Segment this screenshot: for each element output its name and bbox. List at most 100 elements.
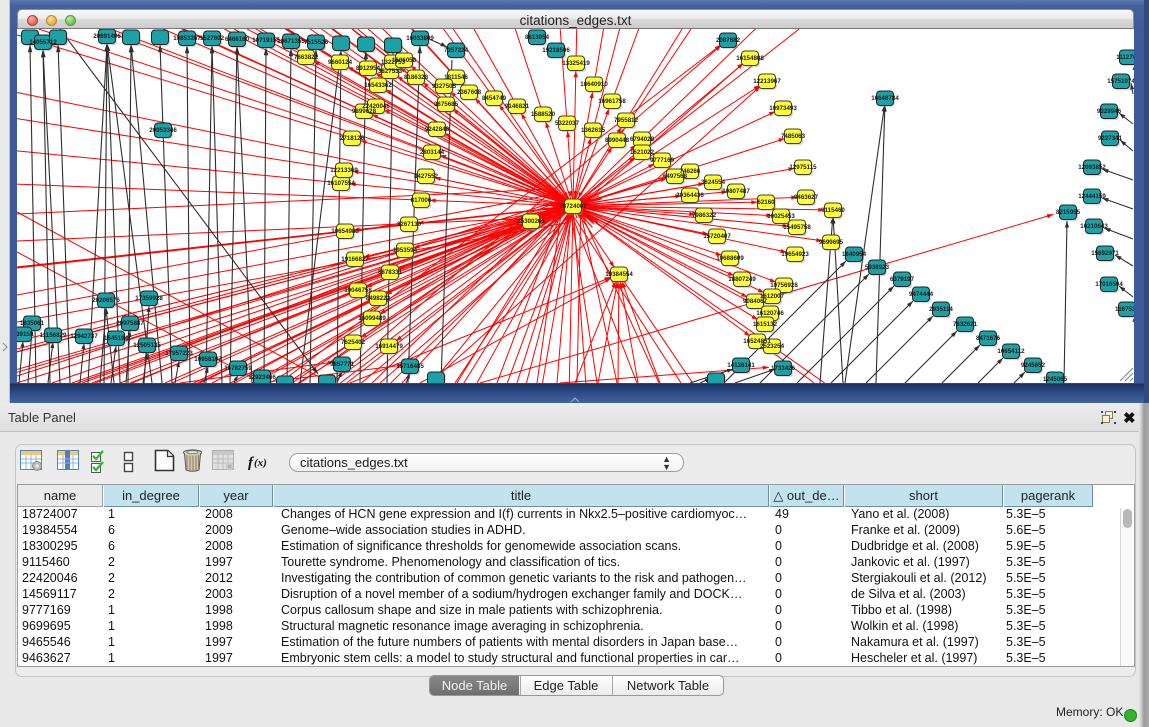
- svg-text:8471676: 8471676: [976, 335, 1001, 342]
- svg-text:6379197: 6379197: [890, 276, 915, 283]
- svg-text:9329946: 9329946: [1097, 108, 1122, 115]
- svg-text:2803144: 2803144: [420, 149, 445, 156]
- svg-text:9327505: 9327505: [432, 83, 457, 90]
- svg-text:1811546: 1811546: [444, 74, 468, 81]
- svg-text:16543362: 16543362: [364, 82, 392, 89]
- svg-text:12093852: 12093852: [1078, 164, 1106, 171]
- svg-text:12213369: 12213369: [330, 167, 358, 174]
- svg-text:1621022: 1621022: [630, 149, 655, 156]
- svg-text:10756928: 10756928: [770, 282, 798, 289]
- svg-text:(x): (x): [254, 457, 267, 469]
- svg-text:16210643: 16210643: [1080, 223, 1108, 230]
- svg-text:17957223: 17957223: [165, 350, 193, 357]
- svg-text:1733426: 1733426: [771, 365, 796, 372]
- svg-text:7632621: 7632621: [953, 321, 978, 328]
- svg-text:2935114: 2935114: [929, 306, 953, 313]
- svg-text:16099489: 16099489: [358, 315, 386, 322]
- svg-text:6497568: 6497568: [663, 173, 688, 180]
- svg-text:1362615: 1362615: [581, 127, 606, 134]
- svg-text:1640954: 1640954: [842, 251, 867, 258]
- svg-text:7515526: 7515526: [304, 39, 329, 46]
- svg-text:16782759: 16782759: [224, 365, 252, 372]
- svg-text:3624554: 3624554: [701, 179, 726, 186]
- svg-text:7986322: 7986322: [692, 212, 717, 219]
- svg-text:14055712: 14055712: [29, 39, 57, 46]
- svg-text:15692971: 15692971: [1091, 250, 1119, 257]
- svg-text:8912954: 8912954: [356, 65, 381, 72]
- svg-text:10654112: 10654112: [997, 348, 1025, 355]
- svg-text:8427552: 8427552: [414, 173, 439, 180]
- svg-text:10046758: 10046758: [344, 287, 372, 294]
- svg-text:9245652: 9245652: [1021, 362, 1046, 369]
- svg-text:19166827: 19166827: [341, 256, 369, 263]
- svg-text:15495758: 15495758: [783, 224, 811, 231]
- svg-text:939159: 939159: [17, 331, 34, 338]
- svg-text:8186328: 8186328: [404, 74, 429, 81]
- svg-text:15720407: 15720407: [703, 233, 731, 240]
- svg-text:22420046: 22420046: [362, 103, 390, 110]
- svg-text:20975887: 20975887: [116, 320, 144, 327]
- svg-text:8498222: 8498222: [366, 295, 391, 302]
- svg-text:20364436: 20364436: [676, 192, 704, 199]
- svg-text:12505135: 12505135: [133, 342, 161, 349]
- svg-text:62160: 62160: [757, 199, 775, 206]
- svg-text:1167534: 1167534: [1115, 306, 1134, 313]
- svg-text:13325419: 13325419: [562, 60, 590, 67]
- svg-text:1545194: 1545194: [104, 335, 129, 342]
- svg-text:9660124: 9660124: [328, 59, 353, 66]
- svg-text:10025453: 10025453: [767, 213, 795, 220]
- svg-text:10853267: 10853267: [173, 35, 201, 42]
- svg-text:8215955: 8215955: [1056, 209, 1081, 216]
- svg-text:3267130: 3267130: [397, 221, 422, 228]
- svg-text:9857771: 9857771: [330, 361, 355, 368]
- svg-text:2087682: 2087682: [716, 37, 741, 44]
- svg-text:1606058: 1606058: [392, 57, 417, 64]
- svg-text:12923466: 12923466: [248, 374, 276, 381]
- svg-text:10973493: 10973493: [769, 105, 797, 112]
- svg-text:16154808: 16154808: [736, 55, 764, 62]
- svg-text:16033809: 16033809: [406, 35, 434, 42]
- svg-text:8813054: 8813054: [525, 34, 550, 41]
- svg-text:18807249: 18807249: [728, 276, 756, 283]
- svg-text:18724007: 18724007: [559, 203, 587, 210]
- svg-text:9227341: 9227341: [1098, 135, 1123, 142]
- svg-text:16648784: 16648784: [871, 95, 899, 102]
- svg-text:10688609: 10688609: [716, 255, 744, 262]
- svg-text:5322037: 5322037: [555, 120, 580, 127]
- svg-text:7357224: 7357224: [444, 47, 469, 54]
- svg-text:7485063: 7485063: [781, 133, 806, 140]
- svg-text:3827533: 3827533: [378, 68, 403, 75]
- svg-text:7663822: 7663822: [294, 54, 319, 61]
- svg-text:1615132: 1615132: [753, 321, 778, 328]
- svg-text:9146821: 9146821: [505, 103, 530, 110]
- svg-text:20053346: 20053346: [149, 127, 177, 134]
- svg-text:19654983: 19654983: [331, 228, 359, 235]
- svg-text:8878331: 8878331: [378, 269, 403, 276]
- svg-text:19384554: 19384554: [605, 271, 633, 278]
- svg-text:25300203: 25300203: [517, 218, 545, 225]
- svg-text:2367608: 2367608: [457, 89, 482, 96]
- svg-text:12942737: 12942737: [70, 333, 98, 340]
- svg-text:6794028: 6794028: [630, 136, 655, 143]
- svg-text:10807487: 10807487: [722, 188, 750, 195]
- svg-text:9115460: 9115460: [821, 207, 845, 214]
- svg-text:7625402: 7625402: [341, 339, 366, 346]
- svg-text:1527602: 1527602: [200, 35, 225, 42]
- svg-text:9474444: 9474444: [909, 291, 934, 298]
- svg-text:1245065: 1245065: [1043, 376, 1068, 383]
- svg-text:17359928: 17359928: [135, 295, 163, 302]
- svg-text:12213967: 12213967: [753, 78, 781, 85]
- svg-text:2523254: 2523254: [760, 343, 785, 350]
- svg-text:6466160: 6466160: [225, 36, 250, 43]
- svg-text:12444159: 12444159: [1078, 193, 1106, 200]
- svg-text:16961758: 16961758: [598, 98, 626, 105]
- svg-text:1835061: 1835061: [20, 320, 45, 327]
- svg-text:10958107: 10958107: [194, 356, 222, 363]
- svg-text:15716485: 15716485: [396, 363, 424, 370]
- svg-text:20206576: 20206576: [92, 297, 120, 304]
- svg-text:15751074: 15751074: [1107, 78, 1134, 85]
- svg-text:14136141: 14136141: [727, 362, 755, 369]
- svg-text:9463627: 9463627: [794, 194, 819, 201]
- svg-text:19654923: 19654923: [781, 251, 809, 258]
- svg-text:8454749: 8454749: [482, 95, 507, 102]
